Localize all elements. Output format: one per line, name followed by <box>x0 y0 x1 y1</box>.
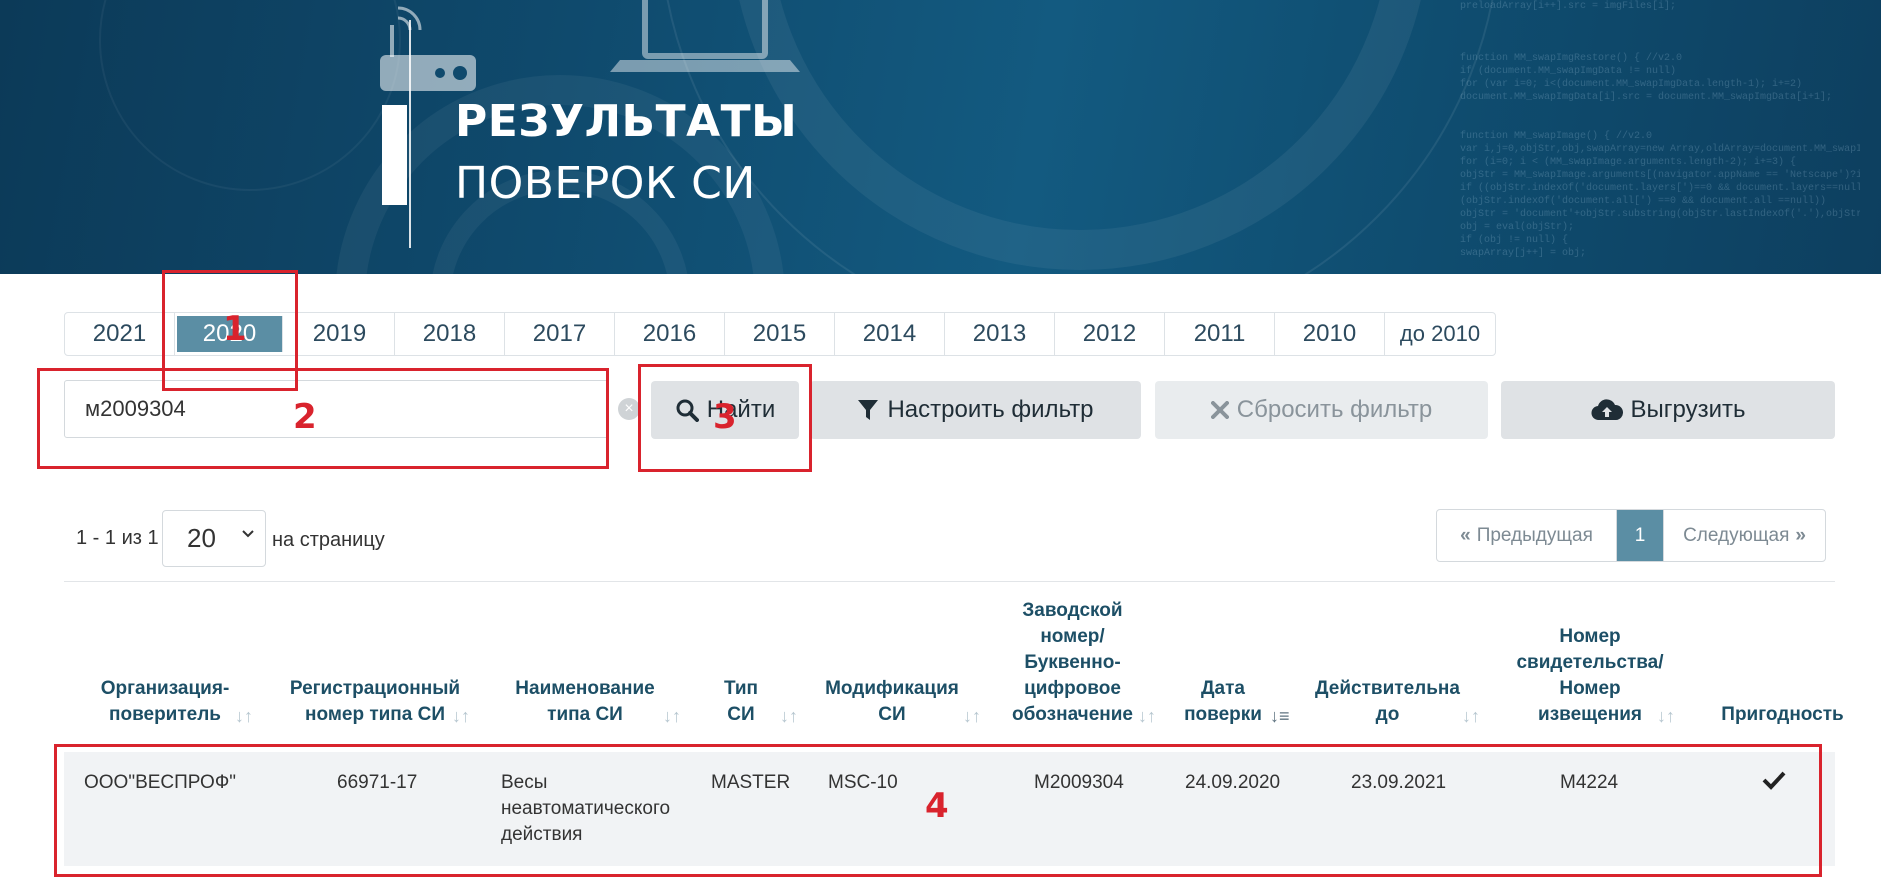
sort-icon[interactable]: ↓↑ <box>663 706 681 727</box>
year-tab[interactable]: 2016 <box>615 313 725 355</box>
sort-icon[interactable]: ↓≡ <box>1270 706 1290 727</box>
close-icon <box>1210 401 1229 419</box>
column-header-line: цифровое <box>1024 678 1121 699</box>
year-tab[interactable]: 2014 <box>835 313 945 355</box>
column-header-line: Действительна <box>1315 678 1460 699</box>
column-header-line: свидетельства/ <box>1516 652 1664 673</box>
reset-filter-button[interactable]: Сбросить фильтр <box>1155 381 1488 439</box>
year-tab[interactable]: 2013 <box>945 313 1055 355</box>
annotation-number-2: 2 <box>293 397 317 437</box>
column-header-line: СИ <box>878 704 906 725</box>
chevron-down-icon <box>242 530 254 538</box>
column-header-line: Наименование <box>515 678 655 699</box>
column-header[interactable]: Наименование типа СИ <box>505 676 665 728</box>
year-tab[interactable]: 2012 <box>1055 313 1165 355</box>
column-header[interactable]: Тип СИ <box>716 676 766 728</box>
column-header-line: Регистрационный <box>289 678 461 699</box>
column-header-line: Дата <box>1201 678 1245 699</box>
year-tab[interactable]: 2015 <box>725 313 835 355</box>
column-header-line: Номер <box>1559 626 1621 647</box>
column-header-line: номер типа СИ <box>304 704 446 725</box>
year-tab[interactable]: 2021 <box>65 313 175 355</box>
filter-icon <box>858 400 879 420</box>
sort-icon[interactable]: ↓↑ <box>1138 706 1156 727</box>
column-header-line: Тип <box>723 678 759 699</box>
column-header-line: Организация- <box>100 678 230 699</box>
column-header[interactable]: Действительна до <box>1315 676 1460 728</box>
configure-filter-button[interactable]: Настроить фильтр <box>810 381 1141 439</box>
sort-icon[interactable]: ↓↑ <box>1462 706 1480 727</box>
column-header-line: СИ <box>727 704 755 725</box>
router-icon <box>380 25 476 91</box>
column-header-line: извещения <box>1538 704 1642 725</box>
background-code-text: preloadArray[i++].src = imgFiles[i]; fun… <box>1460 1 1860 259</box>
banner-accent-bar <box>382 105 407 205</box>
year-tab[interactable]: 2017 <box>505 313 615 355</box>
page-banner: preloadArray[i++].src = imgFiles[i]; fun… <box>0 0 1881 274</box>
cloud-upload-icon <box>1591 399 1623 421</box>
divider <box>64 581 1835 582</box>
column-header-line: Буквенно- <box>1024 652 1121 673</box>
page-number-current[interactable]: 1 <box>1617 510 1663 561</box>
sort-icon[interactable]: ↓↑ <box>235 706 253 727</box>
year-tab[interactable]: 2010 <box>1275 313 1385 355</box>
column-header-line: поверитель <box>109 704 221 725</box>
previous-page-label: Предыдущая <box>1476 524 1593 546</box>
export-button[interactable]: Выгрузить <box>1501 381 1835 439</box>
double-chevron-right-icon: » <box>1795 524 1806 546</box>
per-page-value: 20 <box>187 523 216 553</box>
column-header-line: номер/ <box>1040 626 1105 647</box>
year-tab[interactable]: 2018 <box>395 313 505 355</box>
per-page-label: на страницу <box>272 529 385 551</box>
previous-page-button[interactable]: « Предыдущая <box>1437 510 1617 561</box>
reset-filter-label: Сбросить фильтр <box>1236 396 1433 423</box>
year-tab[interactable]: до 2010 <box>1385 313 1495 355</box>
clear-search-icon[interactable]: × <box>618 398 640 420</box>
page-subtitle: ПОВЕРОК СИ <box>455 158 756 209</box>
column-header-line: поверки <box>1184 704 1262 725</box>
column-header-line: типа СИ <box>547 704 623 725</box>
column-header-line: до <box>1375 704 1400 725</box>
column-header-line: Пригодность <box>1721 704 1844 725</box>
column-header[interactable]: Заводской номер/Буквенно-цифровое обозначе… <box>1005 598 1140 728</box>
banner-divider-line <box>409 20 411 248</box>
column-header[interactable]: Регистрационный номер типа СИ <box>280 676 470 728</box>
results-range: 1 - 1 из 1 <box>76 527 159 549</box>
column-header[interactable]: Номер свидетельства/Номер извещения <box>1505 624 1675 728</box>
per-page-select[interactable]: 20 <box>162 510 266 567</box>
column-header-line: Номер <box>1559 678 1621 699</box>
pagination: « Предыдущая 1 Следующая » <box>1436 509 1826 562</box>
annotation-box-2 <box>37 368 609 469</box>
annotation-number-1: 1 <box>223 309 247 349</box>
sort-icon[interactable]: ↓↑ <box>963 706 981 727</box>
double-chevron-left-icon: « <box>1460 524 1471 546</box>
page-title: РЕЗУЛЬТАТЫ <box>455 96 798 147</box>
next-page-button[interactable]: Следующая » <box>1663 510 1825 561</box>
year-tab[interactable]: 2011 <box>1165 313 1275 355</box>
sort-icon[interactable]: ↓↑ <box>1657 706 1675 727</box>
configure-filter-label: Настроить фильтр <box>887 396 1094 423</box>
column-header[interactable]: Дата поверки <box>1178 676 1268 728</box>
column-header[interactable]: Пригодность <box>1700 702 1865 728</box>
sort-icon[interactable]: ↓↑ <box>452 706 470 727</box>
sort-icon[interactable]: ↓↑ <box>780 706 798 727</box>
annotation-number-4: 4 <box>925 786 949 826</box>
column-header-line: Модификация <box>825 678 959 699</box>
next-page-label: Следующая <box>1683 524 1790 546</box>
column-header[interactable]: Организация-поверитель <box>90 676 240 728</box>
column-header-line: Заводской <box>1022 600 1123 621</box>
column-header[interactable]: Модификация СИ <box>822 676 962 728</box>
annotation-number-3: 3 <box>713 397 737 437</box>
column-header-line: обозначение <box>1011 704 1134 725</box>
export-button-label: Выгрузить <box>1630 396 1746 423</box>
year-tab[interactable]: 2019 <box>285 313 395 355</box>
